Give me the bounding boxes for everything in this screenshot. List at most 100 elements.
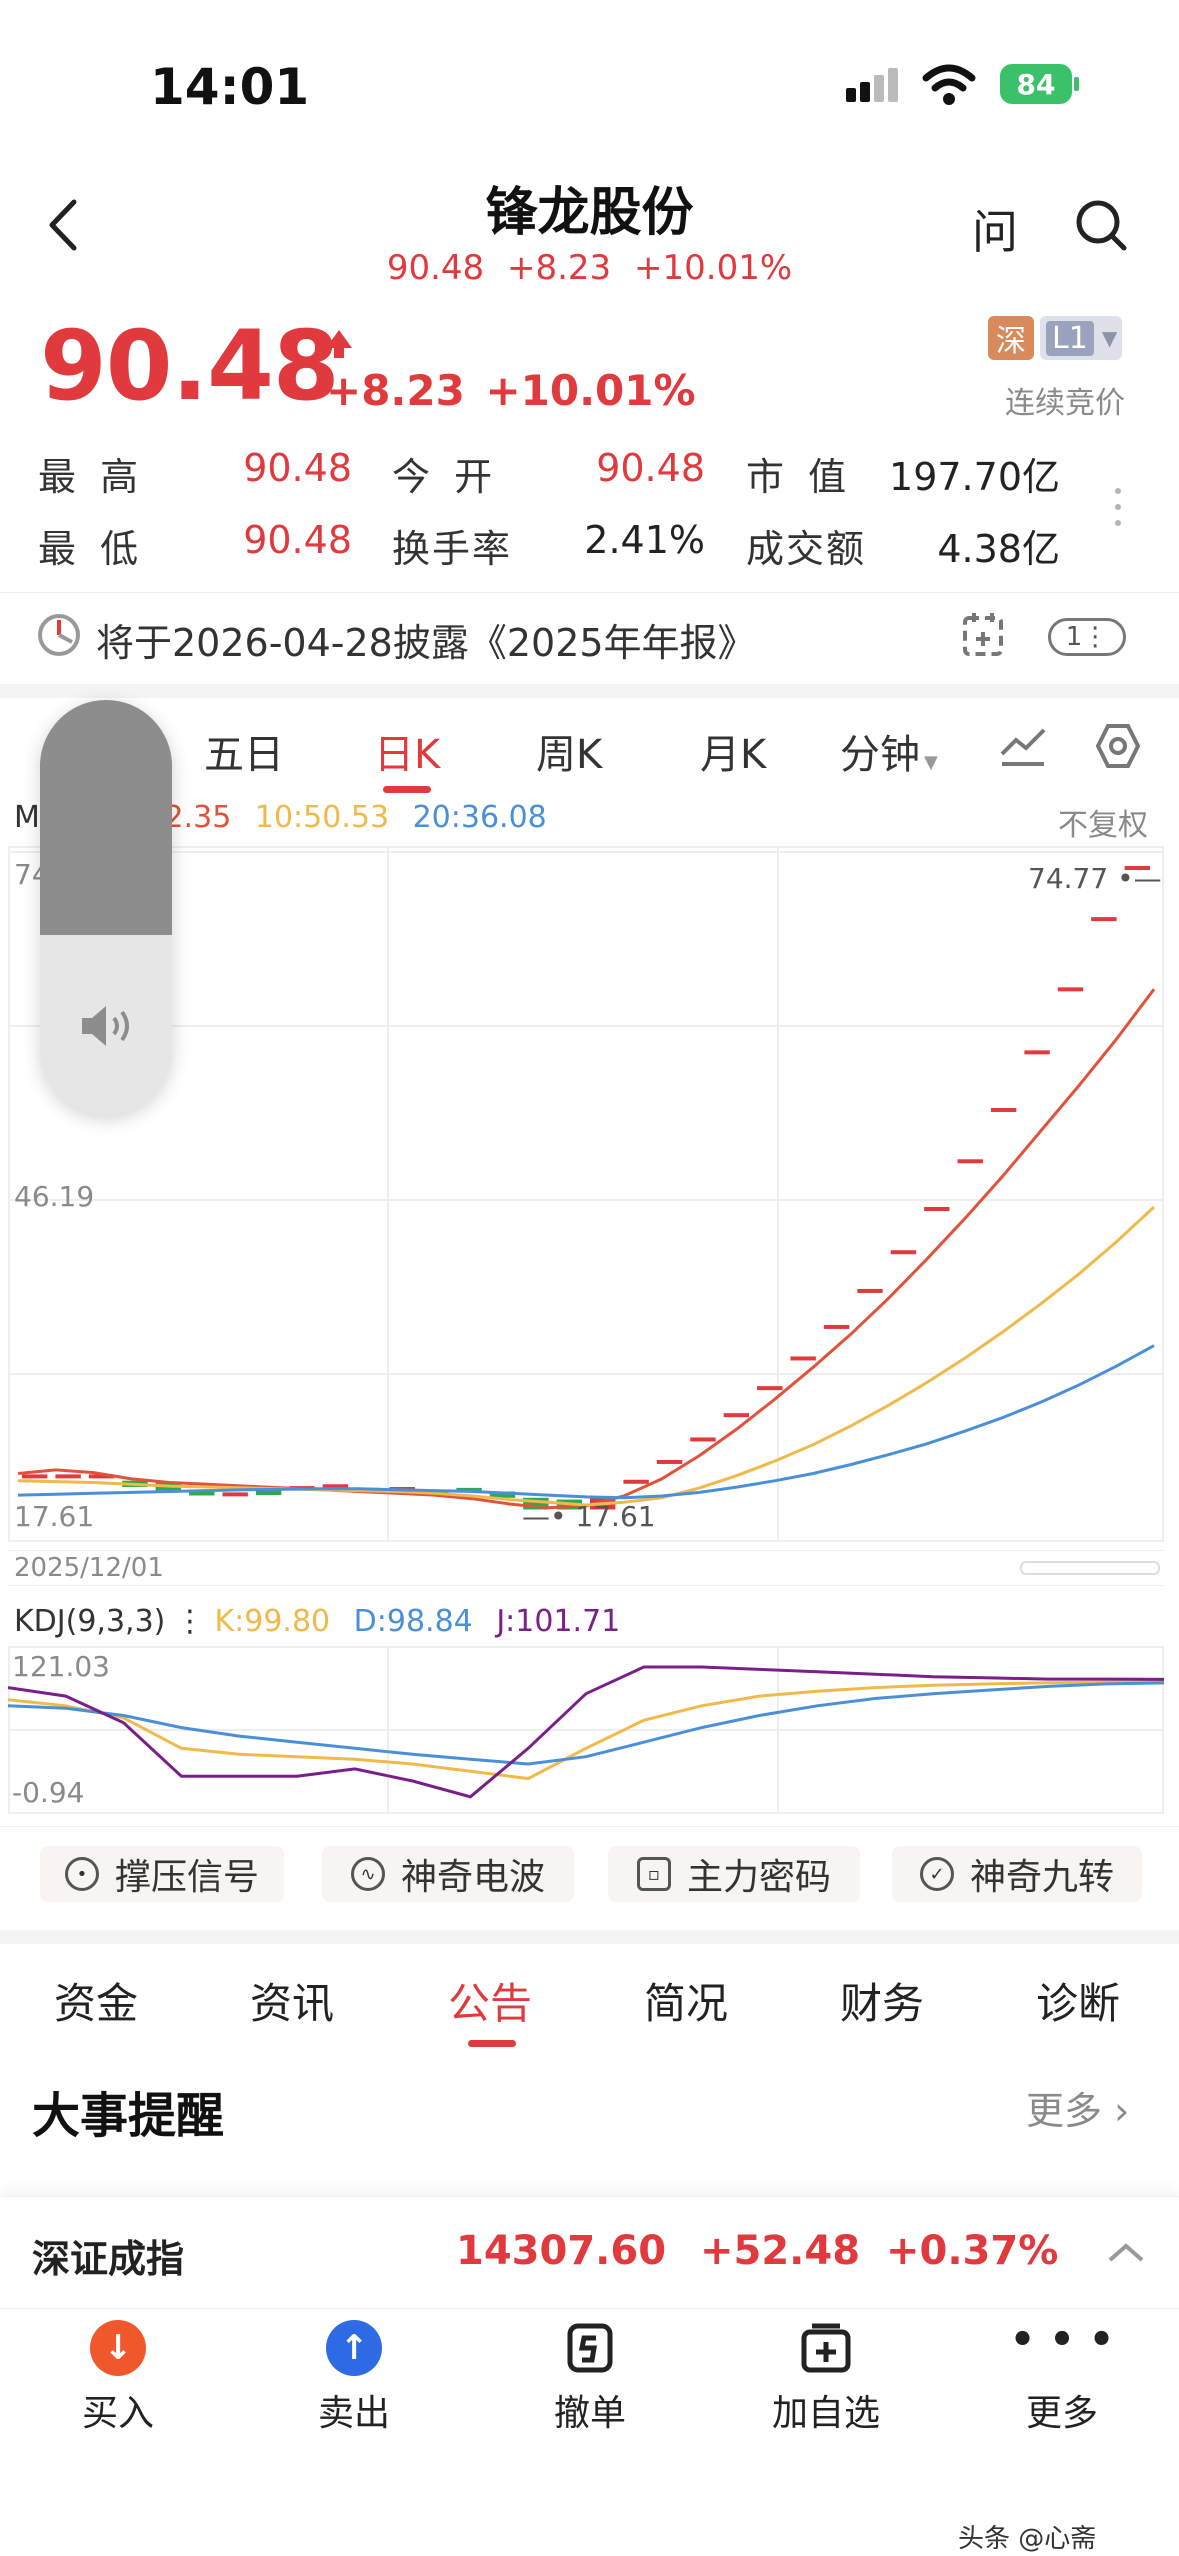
more-link[interactable]: 更多 › xyxy=(1026,2080,1129,2135)
tab-monthk[interactable]: 月K xyxy=(700,722,766,780)
more-label: 更多 xyxy=(1026,2089,1103,2133)
kdj-d: D:98.84 xyxy=(353,1604,473,1639)
tab-weekk[interactable]: 周K xyxy=(536,722,602,780)
more-icon: • • • xyxy=(1009,2317,1115,2363)
level-badge[interactable]: L1 ▼ xyxy=(1040,316,1122,360)
nav-buy[interactable]: ↓ 买入 xyxy=(38,2320,198,2436)
bottom-nav-divider xyxy=(0,2308,1179,2309)
chart-frame xyxy=(8,846,1164,1542)
nav-more-label: 更多 xyxy=(1025,2393,1098,2434)
scroll-handle[interactable] xyxy=(1020,1561,1160,1575)
sec-tab-notice[interactable]: 公告 xyxy=(448,1970,532,2031)
volume-hud xyxy=(40,700,172,1115)
kdj-menu-icon[interactable]: ⋮ xyxy=(165,1604,214,1639)
nav-sell-label: 卖出 xyxy=(317,2393,390,2434)
nav-cancel-order[interactable]: 撤单 xyxy=(510,2320,670,2436)
candle xyxy=(1057,987,1084,992)
disclosure-notice[interactable]: 将于2026-04-28披露《2025年年报》 xyxy=(96,612,756,667)
chevron-right-icon: › xyxy=(1114,2089,1130,2133)
kdj-chart[interactable] xyxy=(8,1646,1164,1814)
max-price-label: 74.77 •— xyxy=(1028,862,1162,895)
calendar-add-icon[interactable] xyxy=(962,610,1006,658)
index-pct: +0.37% xyxy=(886,2228,1059,2274)
ma-line-ma5 xyxy=(17,988,1156,1510)
start-date: 2025/12/01 xyxy=(14,1553,164,1583)
kdj-legend: KDJ(9,3,3) ⋮ K:99.80 D:98.84 J:101.71 xyxy=(14,1604,620,1639)
nav-cancel-label: 撤单 xyxy=(553,2393,626,2434)
signal-nine-label: 神奇九转 xyxy=(969,1857,1114,1898)
nav-add-watchlist[interactable]: 加自选 xyxy=(746,2320,906,2436)
stat-label-open: 今 开 xyxy=(392,455,499,499)
chevron-up-icon[interactable] xyxy=(1106,2240,1146,2264)
disclosure-count-badge[interactable]: 1⋮ xyxy=(1048,618,1126,656)
sec-tab-finance[interactable]: 财务 xyxy=(840,1970,924,2031)
tab-underline xyxy=(383,786,431,793)
ma-prefix: M xyxy=(14,800,40,835)
tab-minute-label: 分钟 xyxy=(840,732,920,778)
adjust-label[interactable]: 不复权 xyxy=(1058,800,1148,844)
battery-tip xyxy=(1074,77,1079,91)
ask-button[interactable]: 问 xyxy=(972,196,1018,262)
nav-add-watchlist-label: 加自选 xyxy=(771,2393,880,2434)
candle xyxy=(723,1413,750,1418)
tab-minute[interactable]: 分钟 ▼ xyxy=(840,722,938,780)
signal-wave-button[interactable]: ∿ 神奇电波 xyxy=(322,1846,574,1902)
stat-value-high: 90.48 xyxy=(243,446,352,490)
search-icon[interactable] xyxy=(1074,198,1130,254)
signal-nine-button[interactable]: ✓ 神奇九转 xyxy=(892,1846,1142,1902)
signal-support-button[interactable]: • 撑压信号 xyxy=(40,1846,284,1902)
nav-sell[interactable]: ↑ 卖出 xyxy=(274,2320,434,2436)
candle xyxy=(656,1459,683,1464)
arrow-up-icon: ↑ xyxy=(326,2320,382,2376)
sec-tab-profile[interactable]: 简况 xyxy=(644,1970,728,2031)
ma-line-ma20 xyxy=(17,1344,1155,1500)
signal-lock-button[interactable]: ▫ 主力密码 xyxy=(608,1846,860,1902)
signal-lock-label: 主力密码 xyxy=(686,1857,831,1898)
min-price-label: —• 17.61 xyxy=(522,1500,656,1533)
arrow-down-icon: ↓ xyxy=(90,2320,146,2376)
max-price-value: 74.77 xyxy=(1028,862,1109,895)
kline-chart[interactable] xyxy=(8,846,1164,1542)
auction-status: 连续竞价 xyxy=(1005,386,1125,421)
candle xyxy=(924,1207,950,1212)
section-gap xyxy=(0,1930,1179,1944)
current-price: 90.48 xyxy=(40,310,340,422)
sec-tab-diagnosis[interactable]: 诊断 xyxy=(1036,1970,1120,2031)
index-value: 14307.60 xyxy=(456,2228,667,2274)
sec-tab-news[interactable]: 资讯 xyxy=(250,1970,334,2031)
stat-value-turnover: 2.41% xyxy=(584,518,705,562)
tab-fiveday[interactable]: 五日 xyxy=(204,722,284,780)
header-price: 90.48 xyxy=(386,248,485,288)
more-icon-small: ⋮ xyxy=(1082,622,1109,652)
candle xyxy=(857,1288,883,1293)
header-change: +8.23 xyxy=(507,248,612,288)
cancel-order-icon xyxy=(567,2323,613,2373)
candle xyxy=(1091,917,1117,922)
more-stats-icon[interactable] xyxy=(1115,488,1123,536)
candle xyxy=(55,1474,81,1479)
candle xyxy=(957,1159,983,1164)
stat-value-open: 90.48 xyxy=(596,446,705,490)
divider xyxy=(0,1826,1179,1827)
ma10-value: 10:50.53 xyxy=(254,800,390,835)
draw-line-icon[interactable] xyxy=(998,724,1048,768)
chevron-down-icon: ▼ xyxy=(1101,326,1118,350)
date-bar: 2025/12/01 xyxy=(8,1550,1164,1586)
divider xyxy=(0,592,1179,593)
speaker-icon xyxy=(82,1006,129,1046)
index-name: 深证成指 xyxy=(32,2237,185,2281)
settings-icon[interactable] xyxy=(1094,722,1142,770)
sec-tab-funds[interactable]: 资金 xyxy=(54,1970,138,2031)
kdj-label[interactable]: KDJ(9,3,3) xyxy=(14,1604,165,1639)
up-arrow-icon xyxy=(326,330,352,358)
header-change-pct: +10.01% xyxy=(634,248,793,288)
candle xyxy=(790,1356,816,1361)
tab-dayk[interactable]: 日K xyxy=(374,722,440,780)
lock-icon: ▫ xyxy=(636,1857,671,1891)
y-label-mid: 46.19 xyxy=(14,1180,95,1213)
nav-more[interactable]: • • • 更多 xyxy=(982,2320,1142,2436)
check-circle-icon: ✓ xyxy=(919,1857,954,1891)
candle xyxy=(890,1250,917,1255)
chevron-down-icon: ▼ xyxy=(924,752,938,773)
exchange-badge: 深 xyxy=(988,316,1034,360)
